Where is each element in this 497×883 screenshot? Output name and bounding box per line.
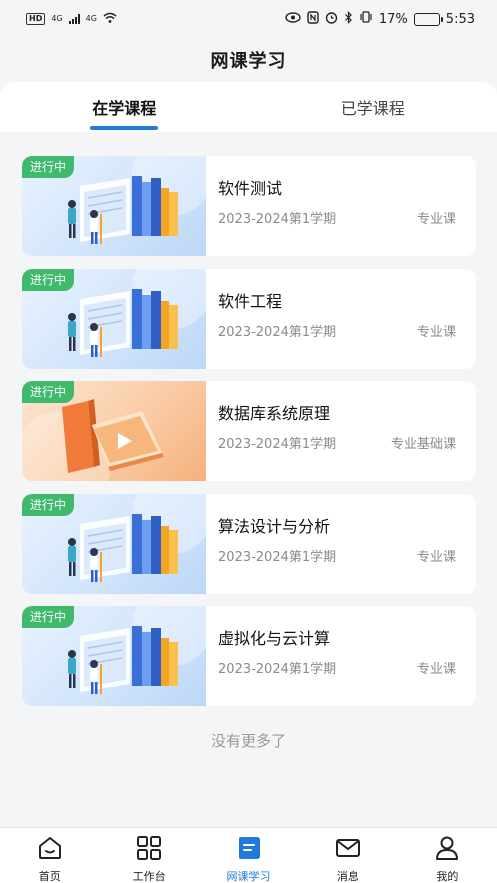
course-info: 软件工程 2023-2024第1学期 专业课 (206, 269, 476, 369)
course-type: 专业课 (416, 549, 456, 565)
course-title: 软件测试 (218, 179, 283, 198)
status-badge: 进行中 (22, 156, 75, 178)
course-type: 专业课 (416, 324, 456, 340)
tabbar-item-mine[interactable]: 我的 (398, 828, 497, 883)
tab-completed-courses[interactable]: 已学课程 (249, 82, 497, 132)
course-meta: 2023-2024第1学期 专业课 (218, 321, 456, 340)
course-info: 软件测试 2023-2024第1学期 专业课 (206, 156, 476, 256)
course-card[interactable]: 进行中 软件测试 2023-2024第1学期 专业课 (22, 156, 476, 256)
course-meta: 2023-2024第1学期 专业课 (218, 208, 456, 227)
tabbar-label: 消息 (336, 870, 359, 883)
status-badge: 进行中 (22, 606, 75, 628)
course-title: 软件工程 (218, 291, 283, 311)
home-icon (36, 834, 64, 866)
tab-label: 已学课程 (340, 99, 405, 118)
vibrate-icon (359, 11, 373, 27)
course-term: 2023-2024第1学期 (218, 549, 337, 565)
alarm-icon (325, 11, 338, 28)
status-right: 17% 5:53 (285, 10, 475, 28)
battery-icon (413, 12, 443, 26)
course-thumbnail: 进行中 (22, 381, 206, 481)
status-badge: 进行中 (22, 268, 75, 291)
course-thumbnail: 进行中 (22, 268, 206, 369)
page-title: 网课学习 (210, 51, 287, 72)
book-icon (235, 834, 263, 866)
tabbar-item-messages[interactable]: 消息 (298, 828, 397, 883)
signal-icon (68, 14, 80, 24)
bottom-tab-bar: 首页 工作台 网课学习 消息 我的 (0, 827, 497, 883)
nfc-icon (307, 10, 319, 28)
tabbar-item-home[interactable]: 首页 (0, 828, 99, 883)
course-card[interactable]: 进行中 虚拟化与云计算 2023-2024第1学期 专业课 (22, 606, 476, 706)
tabbar-label: 网课学习 (226, 870, 271, 883)
course-list: 进行中 软件测试 2023-2024第1学期 专业课 进行中 软件工程 2023-2024第… (22, 156, 476, 719)
course-term: 2023-2024第1学期 (218, 324, 337, 340)
course-meta: 2023-2024第1学期 专业课 (218, 546, 456, 565)
wifi-icon (103, 12, 117, 27)
tabbar-item-workbench[interactable]: 工作台 (99, 828, 198, 883)
course-term: 2023-2024第1学期 (218, 662, 337, 677)
course-type: 专业课 (416, 662, 456, 677)
user-icon (433, 834, 461, 866)
tabbar-item-online-course[interactable]: 网课学习 (199, 828, 298, 883)
course-type: 专业课 (416, 212, 456, 227)
course-info: 虚拟化与云计算 2023-2024第1学期 专业课 (206, 606, 476, 706)
mail-icon (334, 834, 362, 866)
course-thumbnail: 进行中 (22, 606, 206, 706)
tabbar-label: 工作台 (132, 870, 166, 883)
battery-percent: 17% (378, 11, 408, 27)
course-term: 2023-2024第1学期 (218, 437, 337, 452)
course-thumbnail: 进行中 (22, 493, 206, 594)
status-badge: 进行中 (22, 381, 75, 403)
bluetooth-icon (344, 10, 353, 28)
course-title: 数据库系统原理 (218, 404, 331, 423)
status-badge: 进行中 (22, 493, 75, 516)
course-card[interactable]: 进行中 数据库系统原理 2023-2024第1学期 专业基础课 (22, 381, 476, 481)
course-tabs: 在学课程 已学课程 (0, 82, 497, 132)
course-card[interactable]: 进行中 算法设计与分析 2023-2024第1学期 专业课 (22, 493, 476, 594)
status-left: HD 4G 4G (26, 12, 117, 27)
course-card[interactable]: 进行中 软件工程 2023-2024第1学期 专业课 (22, 268, 476, 369)
tabbar-label: 我的 (436, 870, 459, 883)
course-title: 虚拟化与云计算 (218, 629, 331, 648)
tab-label: 在学课程 (92, 99, 157, 118)
eye-icon (285, 11, 301, 27)
course-term: 2023-2024第1学期 (218, 212, 337, 227)
course-meta: 2023-2024第1学期 专业课 (218, 658, 456, 677)
clock-time: 5:53 (445, 11, 475, 27)
page-header: 网课学习 (0, 38, 497, 82)
tab-current-courses[interactable]: 在学课程 (0, 82, 249, 132)
tabbar-label: 首页 (38, 870, 61, 883)
hd-icon: HD (26, 13, 46, 25)
tab-active-indicator (90, 126, 159, 130)
course-thumbnail: 进行中 (22, 156, 206, 256)
no-more-text: 没有更多了 (210, 732, 286, 750)
status-bar: HD 4G 4G 17% 5:53 (0, 0, 497, 38)
course-info: 数据库系统原理 2023-2024第1学期 专业基础课 (206, 381, 476, 481)
network-type-label-2: 4G (85, 14, 97, 23)
network-type-label: 4G (51, 14, 63, 23)
course-type: 专业基础课 (390, 437, 456, 452)
course-meta: 2023-2024第1学期 专业基础课 (218, 433, 456, 452)
course-info: 算法设计与分析 2023-2024第1学期 专业课 (206, 494, 476, 594)
grid-icon (135, 834, 163, 866)
course-title: 算法设计与分析 (218, 516, 331, 536)
